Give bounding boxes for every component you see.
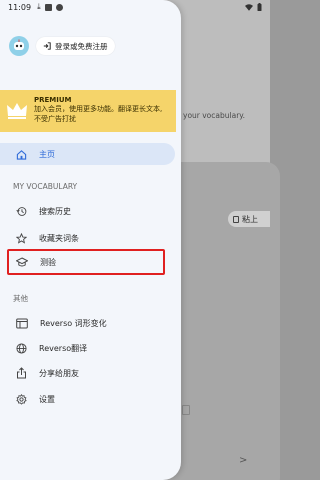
login-register-button[interactable]: 登录或免费注册 [36,37,115,55]
drawer-item-home[interactable]: 主页 [0,143,175,165]
drawer-item-conjugation[interactable]: Reverso 词形变化 [0,312,175,334]
premium-line-2: 不受广告打扰 [34,115,76,123]
premium-line-1: 加入会员，使用更多功能。翻译更长文本, [34,105,163,113]
settings-label: 设置 [39,394,55,404]
home-icon [16,149,27,160]
star-icon [16,232,27,244]
crown-icon [7,103,27,119]
notification-icon [44,3,52,11]
globe-icon [16,342,27,354]
download-icon: ⤓ [37,2,41,11]
home-label: 主页 [39,149,55,159]
background-square-icon [182,405,190,415]
wifi-icon [245,3,253,11]
avatar[interactable] [9,36,29,56]
battery-icon [257,3,262,11]
status-bar: 11:09 ⤓ [0,0,270,14]
conjugation-label: Reverso 词形变化 [40,318,107,328]
share-icon [17,367,26,379]
navigation-drawer: 登录或免费注册 PREMIUM 加入会员，使用更多功能。翻译更长文本, 不受广告… [0,0,181,480]
conjugation-icon [16,318,28,328]
section-other: 其他 [13,294,28,303]
history-icon [16,206,27,216]
quiz-highlight-box [7,249,165,275]
section-my-vocabulary: MY VOCABULARY [13,182,78,191]
premium-title: PREMIUM [34,96,72,104]
drawer-item-share[interactable]: 分享给朋友 [0,362,175,384]
clipboard-icon [233,215,239,223]
drawer-item-translate[interactable]: Reverso翻译 [0,337,175,359]
settings-icon [16,393,27,405]
avatar-robot-icon [14,39,24,50]
login-icon [43,42,51,50]
search-history-label: 搜索历史 [39,206,71,216]
paste-button: 粘上 [228,211,270,227]
status-time: 11:09 [8,2,32,12]
drawer-item-favorites[interactable]: 收藏夹词条 [0,227,175,249]
premium-banner[interactable]: PREMIUM 加入会员，使用更多功能。翻译更长文本, 不受广告打扰 [0,90,176,132]
favorites-label: 收藏夹词条 [39,233,79,243]
background-hint-text: your vocabulary. [183,111,246,120]
translate-label: Reverso翻译 [39,343,88,353]
drawer-item-search-history[interactable]: 搜索历史 [0,200,175,222]
login-label: 登录或免费注册 [55,41,108,51]
drawer-item-settings[interactable]: 设置 [0,388,175,410]
paste-label: 粘上 [242,214,258,224]
app-notification-icon [55,3,63,11]
share-label: 分享给朋友 [39,368,79,378]
chevron-right-icon: > [239,455,248,466]
